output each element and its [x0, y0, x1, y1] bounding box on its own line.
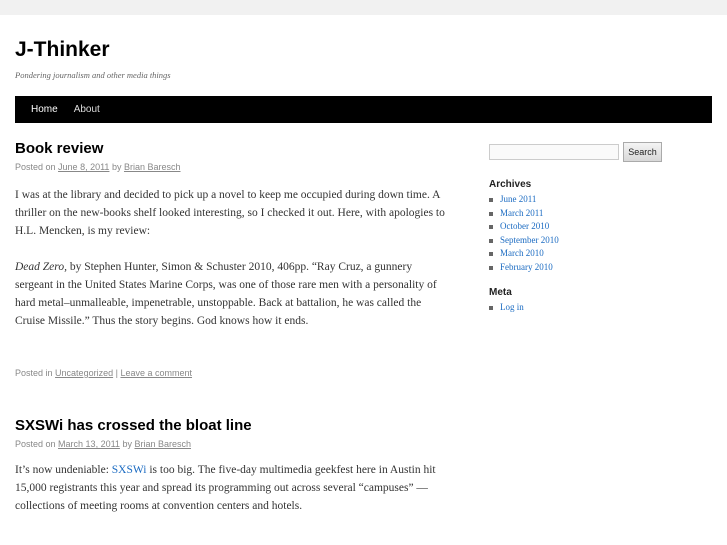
post-footer-meta: Posted in Uncategorized | Leave a commen…: [15, 367, 450, 379]
post-title[interactable]: Book review: [15, 139, 450, 159]
site-description: Pondering journalism and other media thi…: [15, 70, 171, 80]
post-title-text[interactable]: Book review: [15, 140, 103, 157]
by-label: by: [111, 162, 122, 172]
post-date-link[interactable]: June 8, 2011: [58, 162, 109, 172]
meta-item: Log in: [489, 301, 709, 315]
archive-link[interactable]: October 2010: [500, 221, 549, 231]
archives-title: Archives: [489, 179, 532, 190]
post-paragraph: Dead Zero, by Stephen Hunter, Simon & Sc…: [15, 258, 450, 330]
archive-link[interactable]: March 2011: [500, 208, 543, 218]
sxswi-link[interactable]: SXSWi: [112, 464, 147, 476]
search-input[interactable]: [489, 144, 619, 160]
post-paragraph: I was at the library and decided to pick…: [15, 189, 445, 237]
archive-link[interactable]: February 2010: [500, 262, 553, 272]
post-paragraph-text: It’s now undeniable:: [15, 464, 112, 476]
post-meta: Posted on March 13, 2011 by Brian Baresc…: [15, 438, 450, 450]
book-title: Dead Zero,: [15, 261, 67, 273]
posted-on-label: Posted on: [15, 439, 56, 449]
post-title-text[interactable]: SXSWi has crossed the bloat line: [15, 417, 252, 434]
login-link[interactable]: Log in: [500, 302, 524, 312]
separator: |: [115, 368, 118, 378]
archive-link[interactable]: March 2010: [500, 248, 544, 258]
search-form: Search: [489, 142, 709, 162]
archive-item: February 2010: [489, 261, 709, 275]
author-link[interactable]: Brian Baresch: [124, 162, 181, 172]
archive-link[interactable]: June 2011: [500, 194, 536, 204]
post-paragraph-text: by Stephen Hunter, Simon & Schuster 2010…: [15, 261, 437, 327]
post-sxswi: SXSWi has crossed the bloat line Posted …: [15, 416, 450, 515]
nav-item-home[interactable]: Home: [15, 96, 66, 123]
archive-item: March 2011: [489, 207, 709, 221]
meta-widget: Meta Log in: [489, 286, 709, 315]
site-title[interactable]: J-Thinker: [15, 38, 110, 62]
by-label: by: [122, 439, 132, 449]
post-entry: It’s now undeniable: SXSWi is too big. T…: [15, 461, 450, 515]
post-date-link[interactable]: March 13, 2011: [58, 439, 120, 449]
meta-title: Meta: [489, 287, 512, 298]
page: J-Thinker Pondering journalism and other…: [0, 15, 727, 545]
author-link[interactable]: Brian Baresch: [134, 439, 191, 449]
post-title[interactable]: SXSWi has crossed the bloat line: [15, 416, 450, 436]
post-book-review: Book review Posted on June 8, 2011 by Br…: [15, 139, 450, 379]
posted-on-label: Posted on: [15, 162, 56, 172]
post-paragraph: It’s now undeniable: SXSWi is too big. T…: [15, 461, 450, 515]
post-meta: Posted on June 8, 2011 by Brian Baresch: [15, 161, 450, 173]
leave-comment-link[interactable]: Leave a comment: [120, 368, 192, 378]
posted-in-label: Posted in: [15, 368, 53, 378]
content: Book review Posted on June 8, 2011 by Br…: [15, 139, 450, 515]
search-button[interactable]: Search: [623, 142, 662, 162]
nav-item-about[interactable]: About: [66, 96, 108, 123]
category-link[interactable]: Uncategorized: [55, 368, 113, 378]
meta-list: Log in: [489, 301, 709, 315]
archive-item: March 2010: [489, 247, 709, 261]
post-entry: I was at the library and decided to pick…: [15, 186, 450, 330]
sidebar: Search Archives June 2011 March 2011 Oct…: [489, 142, 709, 315]
archive-item: June 2011: [489, 193, 709, 207]
main-nav: Home About: [15, 96, 712, 123]
archives-widget: Archives June 2011 March 2011 October 20…: [489, 178, 709, 274]
archives-list: June 2011 March 2011 October 2010 Septem…: [489, 193, 709, 274]
archive-link[interactable]: September 2010: [500, 235, 559, 245]
archive-item: September 2010: [489, 234, 709, 248]
archive-item: October 2010: [489, 220, 709, 234]
